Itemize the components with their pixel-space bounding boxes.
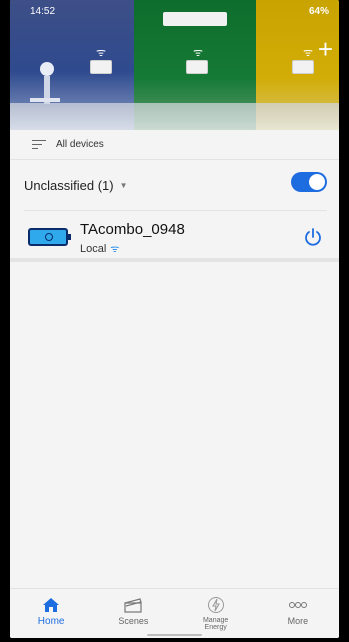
- status-time: 14:52: [30, 6, 56, 17]
- wifi-icon: ᯤ: [96, 47, 107, 59]
- device-card[interactable]: TAcombo_0948 Local ᯤ: [10, 212, 339, 260]
- clapperboard-icon: [123, 595, 143, 615]
- energy-icon: [207, 595, 225, 615]
- plug-illustration: [90, 60, 112, 74]
- home-indicator: [147, 634, 202, 636]
- filter-list-icon: [32, 139, 46, 150]
- filter-label: All devices: [56, 139, 104, 150]
- section-title[interactable]: Unclassified (1): [24, 178, 114, 193]
- section-toggle[interactable]: [291, 172, 327, 192]
- nav-manage-energy-label: Manage Energy: [202, 617, 229, 631]
- connection-label: Local: [80, 243, 107, 255]
- more-dots-icon: [288, 595, 308, 615]
- banner-floor: [10, 103, 339, 130]
- wifi-icon: ᯤ: [303, 47, 314, 59]
- nav-manage-energy[interactable]: Manage Energy: [175, 589, 257, 638]
- device-connection: Local ᯤ: [80, 241, 119, 255]
- all-devices-filter[interactable]: All devices: [10, 130, 339, 160]
- chevron-down-icon[interactable]: ▼: [120, 181, 128, 190]
- section-header: Unclassified (1) ▼: [10, 170, 339, 200]
- wifi-icon: ᯤ: [110, 244, 120, 255]
- toggle-knob: [309, 174, 325, 190]
- room-banner[interactable]: ᯤ ᯤ ᯤ 14:52 64% +: [10, 0, 339, 130]
- divider: [24, 210, 327, 211]
- nav-scenes[interactable]: Scenes: [92, 589, 174, 638]
- plus-icon[interactable]: +: [318, 36, 333, 62]
- nav-more[interactable]: More: [257, 589, 339, 638]
- plug-illustration: [186, 60, 208, 74]
- status-bar: 14:52 64%: [10, 6, 339, 22]
- nav-home[interactable]: Home: [10, 589, 92, 638]
- nav-scenes-label: Scenes: [118, 616, 149, 626]
- power-icon[interactable]: [303, 227, 323, 247]
- phone-screen: ᯤ ᯤ ᯤ 14:52 64% + All devices Unclassifi…: [10, 0, 339, 638]
- device-name: TAcombo_0948: [80, 221, 185, 238]
- bottom-nav: Home Scenes Manage Energy More: [10, 588, 339, 638]
- wifi-icon: ᯤ: [193, 47, 204, 59]
- nav-home-label: Home: [37, 616, 65, 627]
- lamp-illustration: [40, 62, 54, 76]
- plug-illustration: [292, 60, 314, 74]
- nav-more-label: More: [287, 616, 309, 626]
- home-icon: [42, 595, 60, 615]
- battery-level: 64%: [308, 6, 329, 17]
- table-illustration: [30, 98, 60, 102]
- card-separator: [10, 258, 339, 262]
- power-strip-icon: [28, 228, 71, 246]
